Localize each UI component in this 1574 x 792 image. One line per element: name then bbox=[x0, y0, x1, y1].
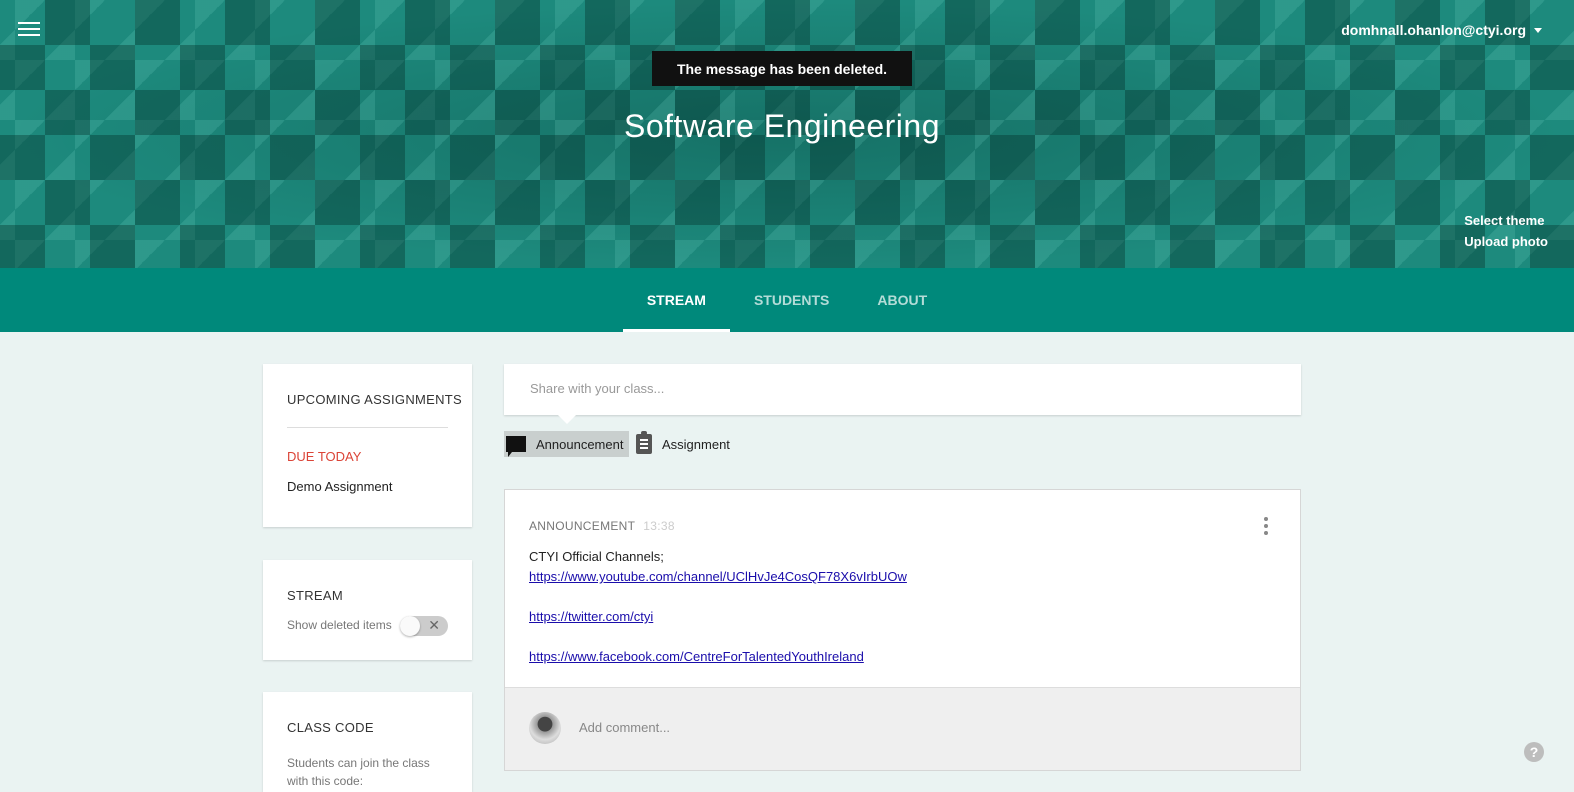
toast-message: The message has been deleted. bbox=[652, 51, 912, 86]
post-header: ANNOUNCEMENT 13:38 bbox=[529, 519, 675, 533]
post-intro: CTYI Official Channels; bbox=[529, 549, 664, 564]
due-today-label: DUE TODAY bbox=[287, 449, 362, 464]
comment-input[interactable] bbox=[577, 719, 1181, 736]
twitter-link[interactable]: https://twitter.com/ctyi bbox=[529, 607, 907, 627]
class-code-heading: CLASS CODE bbox=[287, 720, 374, 735]
upcoming-assignments-card: UPCOMING ASSIGNMENTS DUE TODAY Demo Assi… bbox=[263, 364, 472, 527]
theme-links: Select theme Upload photo bbox=[1464, 213, 1548, 255]
upcoming-heading: UPCOMING ASSIGNMENTS bbox=[287, 392, 463, 407]
assignment-button[interactable]: Assignment bbox=[634, 431, 734, 457]
share-box bbox=[504, 364, 1301, 415]
facebook-link[interactable]: https://www.facebook.com/CentreForTalent… bbox=[529, 647, 907, 667]
tab-stream[interactable]: STREAM bbox=[622, 268, 731, 332]
stream-heading: STREAM bbox=[287, 588, 343, 603]
class-code-text: Students can join the class with this co… bbox=[287, 756, 430, 788]
account-menu[interactable]: domhnall.ohanlon@ctyi.org bbox=[1341, 22, 1542, 38]
caret-down-icon bbox=[1534, 27, 1542, 33]
stream-settings-card: STREAM Show deleted items ✕ bbox=[263, 560, 472, 660]
upload-photo-link[interactable]: Upload photo bbox=[1464, 234, 1548, 249]
comment-bar bbox=[505, 687, 1300, 770]
more-options-icon[interactable] bbox=[1264, 517, 1268, 538]
class-title: Software Engineering bbox=[624, 108, 940, 144]
post-type: ANNOUNCEMENT bbox=[529, 519, 636, 533]
share-input[interactable] bbox=[528, 380, 1272, 397]
help-icon[interactable]: ? bbox=[1524, 742, 1544, 762]
announcement-button[interactable]: Announcement bbox=[504, 431, 629, 457]
announcement-post: ANNOUNCEMENT 13:38 CTYI Official Channels… bbox=[504, 489, 1301, 771]
assignment-link[interactable]: Demo Assignment bbox=[287, 479, 393, 494]
youtube-link[interactable]: https://www.youtube.com/channel/UClHvJe4… bbox=[529, 567, 907, 587]
announcement-label: Announcement bbox=[536, 436, 624, 452]
tab-students[interactable]: STUDENTS bbox=[730, 268, 853, 332]
share-pointer bbox=[558, 415, 576, 424]
class-code-card: CLASS CODE Students can join the class w… bbox=[263, 692, 472, 792]
post-body: CTYI Official Channels; https://www.yout… bbox=[529, 547, 907, 667]
show-deleted-toggle[interactable]: ✕ bbox=[400, 616, 448, 636]
assignment-label: Assignment bbox=[662, 436, 730, 452]
close-icon: ✕ bbox=[428, 617, 440, 633]
class-banner: domhnall.ohanlon@ctyi.org The message ha… bbox=[0, 0, 1574, 268]
post-time: 13:38 bbox=[643, 519, 675, 533]
divider bbox=[287, 427, 448, 428]
avatar bbox=[529, 712, 561, 744]
chat-bubble-icon bbox=[506, 436, 526, 457]
show-deleted-label: Show deleted items bbox=[287, 618, 392, 632]
toggle-knob bbox=[400, 616, 420, 636]
clipboard-icon bbox=[636, 431, 652, 454]
menu-icon[interactable] bbox=[18, 22, 40, 40]
class-tabs: STREAM STUDENTS ABOUT bbox=[0, 268, 1574, 332]
select-theme-link[interactable]: Select theme bbox=[1464, 213, 1548, 228]
account-email: domhnall.ohanlon@ctyi.org bbox=[1341, 22, 1526, 38]
tab-about[interactable]: ABOUT bbox=[853, 268, 951, 332]
